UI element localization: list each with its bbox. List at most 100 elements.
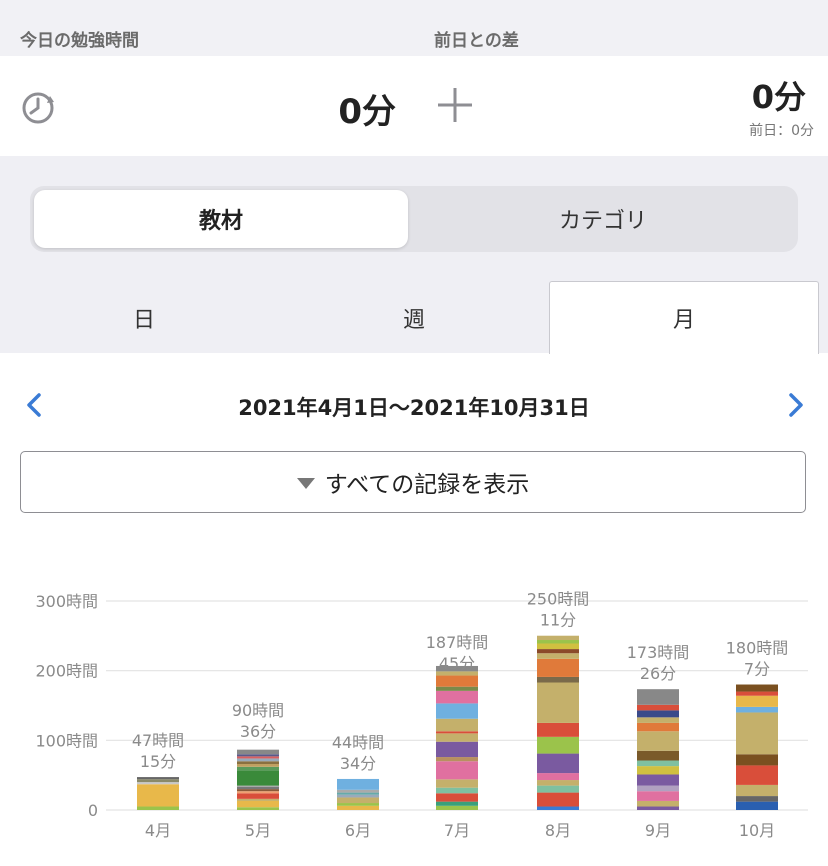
bar-segment[interactable] <box>436 757 478 762</box>
bar-segment[interactable] <box>736 801 778 810</box>
bar-segment[interactable] <box>637 774 679 786</box>
bar-segment[interactable] <box>537 785 579 793</box>
bar-segment[interactable] <box>436 787 478 794</box>
y-tick-label: 0 <box>88 801 98 820</box>
bar-segment[interactable] <box>337 797 379 804</box>
bar-segment[interactable] <box>537 643 579 650</box>
bar-segment[interactable] <box>537 676 579 683</box>
segmented-control: 教材 カテゴリ <box>30 186 798 252</box>
bar-segment[interactable] <box>537 682 579 723</box>
bar-segment[interactable] <box>237 758 279 762</box>
bar-segment[interactable] <box>637 717 679 723</box>
bar-segment[interactable] <box>436 675 478 687</box>
chevron-right-icon[interactable] <box>780 390 810 420</box>
bar-segment[interactable] <box>537 653 579 659</box>
bar-segment[interactable] <box>436 801 478 806</box>
bar-segment[interactable] <box>736 691 778 696</box>
bar-segment[interactable] <box>436 733 478 742</box>
bar-segment[interactable] <box>736 796 778 802</box>
bar-segment[interactable] <box>237 770 279 786</box>
bar-segment[interactable] <box>237 787 279 790</box>
tab-month[interactable]: 月 <box>549 281 819 354</box>
header-labels: 今日の勉強時間 前日との差 <box>0 0 828 56</box>
x-tick-label: 4月 <box>145 821 171 840</box>
bar-segment[interactable] <box>436 690 478 704</box>
bar-segment[interactable] <box>537 722 579 737</box>
bar-segment[interactable] <box>537 780 579 786</box>
bar-segment[interactable] <box>637 785 679 792</box>
bar-segment[interactable] <box>736 754 778 766</box>
bar-segment[interactable] <box>237 785 279 788</box>
tab-day[interactable]: 日 <box>10 282 278 353</box>
bar-segment[interactable] <box>537 658 579 677</box>
bar-segment[interactable] <box>337 794 379 798</box>
bar-segment[interactable] <box>436 805 478 810</box>
add-record-plus-icon[interactable] <box>436 86 474 124</box>
bar-segment[interactable] <box>237 807 279 810</box>
bar-segment[interactable] <box>237 791 279 794</box>
bar-segment[interactable] <box>436 761 478 780</box>
bar-segment[interactable] <box>537 806 579 810</box>
bar-segment[interactable] <box>436 731 478 734</box>
bar-segment[interactable] <box>637 704 679 711</box>
bar-segment[interactable] <box>137 806 179 810</box>
bar-segment[interactable] <box>637 806 679 810</box>
history-clock-icon[interactable] <box>20 86 60 126</box>
bar-segment[interactable] <box>637 791 679 801</box>
bar-segment[interactable] <box>436 686 478 691</box>
bar-segment[interactable] <box>537 792 579 807</box>
bar-segment[interactable] <box>736 695 778 707</box>
bar-segment[interactable] <box>436 793 478 802</box>
bar-segment[interactable] <box>736 784 778 797</box>
bar-segment[interactable] <box>337 789 379 793</box>
bar-segment[interactable] <box>237 798 279 801</box>
tab-week[interactable]: 週 <box>280 282 548 353</box>
bar-segment[interactable] <box>436 718 478 732</box>
bar-segment[interactable] <box>736 765 778 785</box>
bar-segment[interactable] <box>137 784 179 807</box>
bar-segment[interactable] <box>436 703 478 719</box>
bar-segment[interactable] <box>637 722 679 732</box>
bar-segment[interactable] <box>237 766 279 771</box>
bar-segment[interactable] <box>337 805 379 810</box>
bar-segment[interactable] <box>537 635 579 641</box>
bar-segment[interactable] <box>237 754 279 757</box>
bar-segment[interactable] <box>237 764 279 767</box>
bar-segment[interactable] <box>637 731 679 751</box>
bar-segment[interactable] <box>537 649 579 654</box>
bar-segment[interactable] <box>537 753 579 774</box>
bar-segment[interactable] <box>736 706 778 713</box>
bar-segment[interactable] <box>237 761 279 765</box>
bar-segment[interactable] <box>337 803 379 806</box>
bar-segment[interactable] <box>736 684 778 692</box>
bar-segment[interactable] <box>137 782 179 785</box>
bar-segment[interactable] <box>637 800 679 807</box>
bar-segment[interactable] <box>637 760 679 767</box>
bar-segment[interactable] <box>537 640 579 644</box>
bar-segment[interactable] <box>637 766 679 775</box>
show-all-records-dropdown[interactable]: すべての記録を表示 <box>20 451 806 513</box>
bar-segment[interactable] <box>637 689 679 705</box>
bar-segment[interactable] <box>237 793 279 799</box>
bar-segment[interactable] <box>736 712 778 755</box>
triangle-down-icon <box>296 477 315 489</box>
bar-segment[interactable] <box>237 800 279 808</box>
bar-segment[interactable] <box>436 779 478 788</box>
bar-value-label: 90時間 <box>232 701 284 720</box>
bar-segment[interactable] <box>137 777 179 780</box>
monthly-study-chart: 0 100時間 200時間 300時間 47時間 15分 4月 90時間 36分 5月 44時間 34… <box>35 590 808 840</box>
bar-segment[interactable] <box>337 778 379 790</box>
segment-material[interactable]: 教材 <box>34 190 408 248</box>
bar-segment[interactable] <box>637 710 679 718</box>
bar-segment[interactable] <box>436 741 478 758</box>
bar-segment[interactable] <box>337 792 379 795</box>
bar-segment[interactable] <box>237 756 279 759</box>
bar-segment[interactable] <box>237 749 279 755</box>
date-range-label: 2021年4月1日〜2021年10月31日 <box>238 396 590 420</box>
bar-segment[interactable] <box>637 750 679 761</box>
segment-category[interactable]: カテゴリ <box>412 190 794 248</box>
bar-segment[interactable] <box>137 779 179 783</box>
bar-segment[interactable] <box>237 789 279 792</box>
bar-segment[interactable] <box>537 773 579 781</box>
bar-segment[interactable] <box>537 736 579 754</box>
